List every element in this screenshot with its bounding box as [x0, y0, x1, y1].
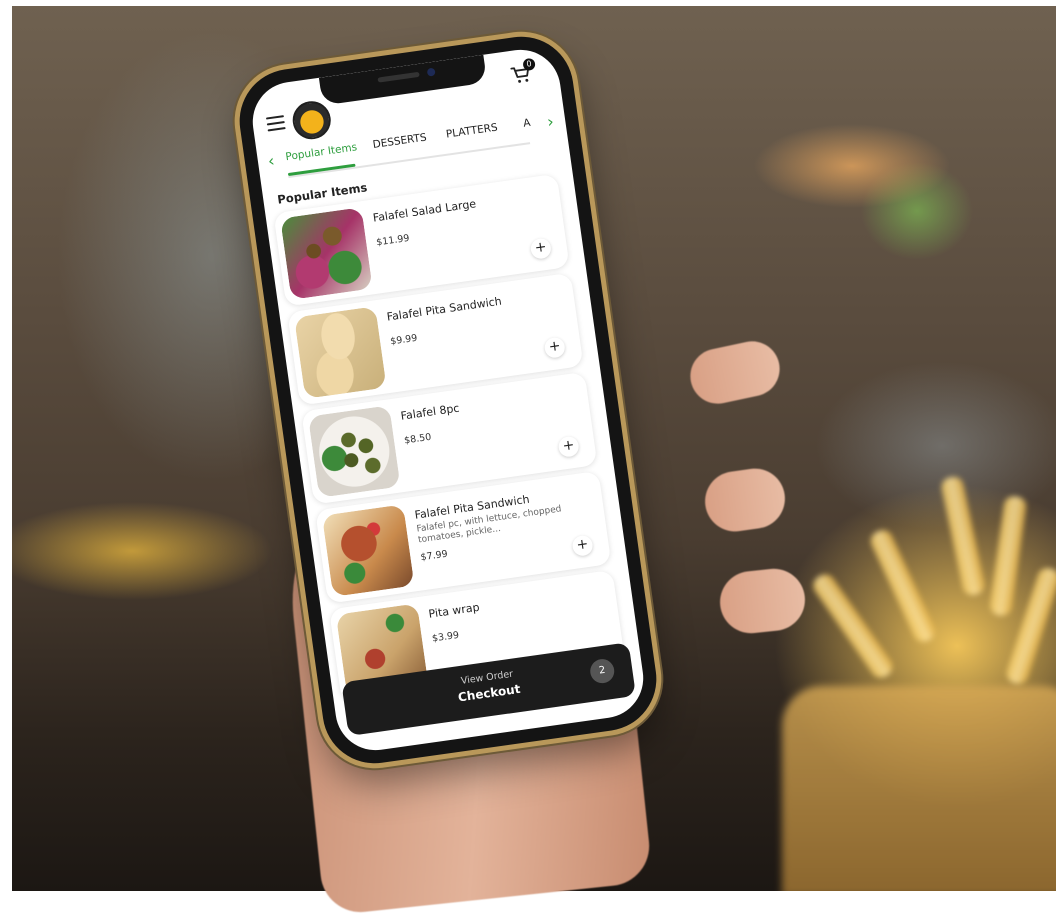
item-name: Falafel 8pc: [399, 401, 461, 423]
item-name: Pita wrap: [427, 600, 481, 621]
add-item-button[interactable]: +: [543, 336, 567, 359]
menu-icon[interactable]: [265, 115, 286, 132]
add-item-button[interactable]: +: [529, 237, 553, 260]
fry: [939, 475, 987, 597]
tab-platters[interactable]: PLATTERS: [445, 122, 498, 141]
tabs-next-icon[interactable]: ›: [546, 112, 555, 132]
restaurant-logo[interactable]: [290, 98, 334, 142]
food-image: [280, 207, 373, 300]
food-image: [294, 306, 387, 399]
speaker: [377, 71, 420, 83]
add-item-button[interactable]: +: [557, 435, 580, 458]
cart-count-badge: 0: [522, 57, 536, 72]
tabs-prev-icon[interactable]: ‹: [267, 151, 276, 171]
add-item-button[interactable]: +: [571, 534, 594, 557]
fry: [867, 526, 939, 646]
item-name: Falafel Pita Sandwich: [385, 294, 503, 324]
item-price: $8.50: [403, 431, 432, 447]
fries-bowl: [782, 686, 1056, 891]
fry: [988, 495, 1028, 617]
camera: [426, 67, 436, 77]
item-price: $9.99: [389, 332, 419, 348]
food-image: [321, 504, 415, 597]
item-name: Falafel Salad Large: [372, 197, 477, 225]
tab-popular-items[interactable]: Popular Items: [285, 141, 358, 163]
item-price: $3.99: [431, 629, 460, 645]
item-price: $11.99: [375, 232, 411, 249]
tab-desserts[interactable]: DESSERTS: [372, 131, 427, 150]
fry: [809, 570, 897, 682]
tab-more[interactable]: A: [522, 117, 531, 130]
food-image: [307, 405, 401, 498]
cart-button[interactable]: 0: [509, 57, 542, 91]
item-price: $7.99: [419, 548, 449, 564]
